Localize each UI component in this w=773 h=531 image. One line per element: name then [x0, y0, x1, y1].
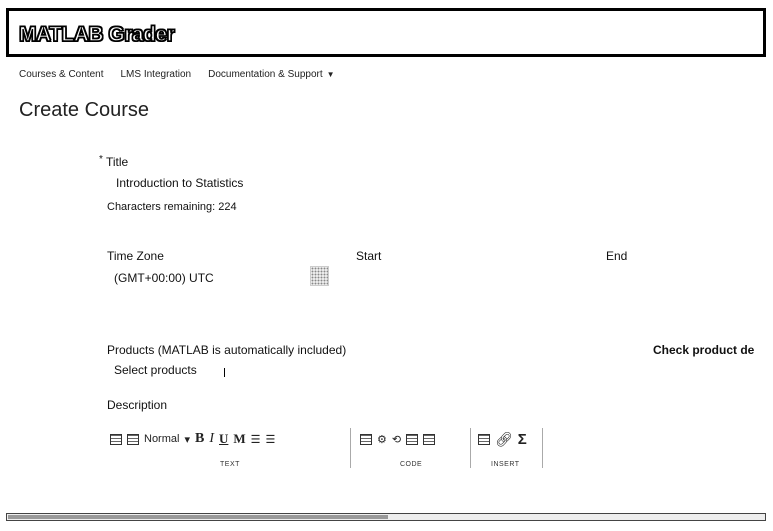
code-group-label: CODE	[400, 461, 423, 468]
m-button[interactable]: M	[233, 431, 245, 447]
style-select[interactable]: Normal	[144, 433, 179, 445]
code-link-icon[interactable]: ⟲	[392, 433, 401, 446]
start-label: Start	[356, 249, 382, 263]
app-logo[interactable]: MATLAB Grader	[18, 22, 175, 47]
link-icon[interactable]: 🔗︎	[495, 431, 513, 448]
nav-lms-integration[interactable]: LMS Integration	[121, 69, 192, 80]
numbered-list-icon[interactable]: ☰	[266, 433, 276, 446]
scrollbar-thumb[interactable]	[8, 515, 388, 519]
timezone-label: Time Zone	[107, 249, 164, 263]
code-insert-icon[interactable]	[406, 433, 419, 445]
horizontal-scrollbar[interactable]	[6, 513, 766, 521]
bullet-list-icon[interactable]: ☰	[251, 433, 261, 446]
style-dropdown-icon[interactable]: ▾	[184, 433, 190, 446]
nav-courses-content[interactable]: Courses & Content	[19, 69, 104, 80]
code-block-icon[interactable]	[360, 433, 372, 445]
calendar-icon[interactable]	[310, 266, 329, 286]
timezone-select[interactable]: (GMT+00:00) UTC	[108, 268, 308, 288]
products-label: Products (MATLAB is automatically includ…	[107, 343, 347, 357]
toolbar-divider	[542, 428, 543, 468]
underline-button[interactable]: U	[219, 431, 228, 447]
title-field[interactable]	[110, 172, 440, 194]
products-select[interactable]: Select products	[108, 360, 238, 380]
insert-group-label: INSERT	[491, 461, 520, 468]
code-run-icon[interactable]: ⚙	[377, 433, 387, 446]
nav-documentation-label: Documentation & Support	[208, 69, 323, 80]
end-label: End	[606, 249, 628, 263]
header-banner: MATLAB Grader	[6, 8, 766, 57]
text-cursor	[224, 368, 225, 377]
characters-remaining: Characters remaining: 224	[107, 201, 237, 213]
equation-icon[interactable]: Σ	[518, 431, 527, 448]
italic-button[interactable]: I	[209, 431, 214, 447]
check-product-link[interactable]: Check product de	[653, 343, 754, 357]
bold-button[interactable]: B	[195, 431, 204, 447]
nav-documentation-support[interactable]: Documentation & Support ▼	[208, 69, 334, 80]
top-nav: Courses & Content LMS Integration Docume…	[19, 69, 335, 80]
insert-image-icon[interactable]	[110, 433, 122, 445]
insert-table-icon[interactable]	[127, 433, 139, 445]
required-marker: *	[99, 154, 103, 165]
toolbar-divider	[350, 428, 351, 468]
toolbar-divider	[470, 428, 471, 468]
code-output-icon[interactable]	[423, 433, 436, 445]
description-label: Description	[107, 398, 168, 412]
page-title: Create Course	[19, 99, 150, 121]
text-group-label: TEXT	[220, 461, 240, 468]
insert-image-icon[interactable]	[478, 433, 490, 445]
chevron-down-icon: ▼	[326, 70, 335, 79]
title-label: Title	[106, 155, 129, 169]
